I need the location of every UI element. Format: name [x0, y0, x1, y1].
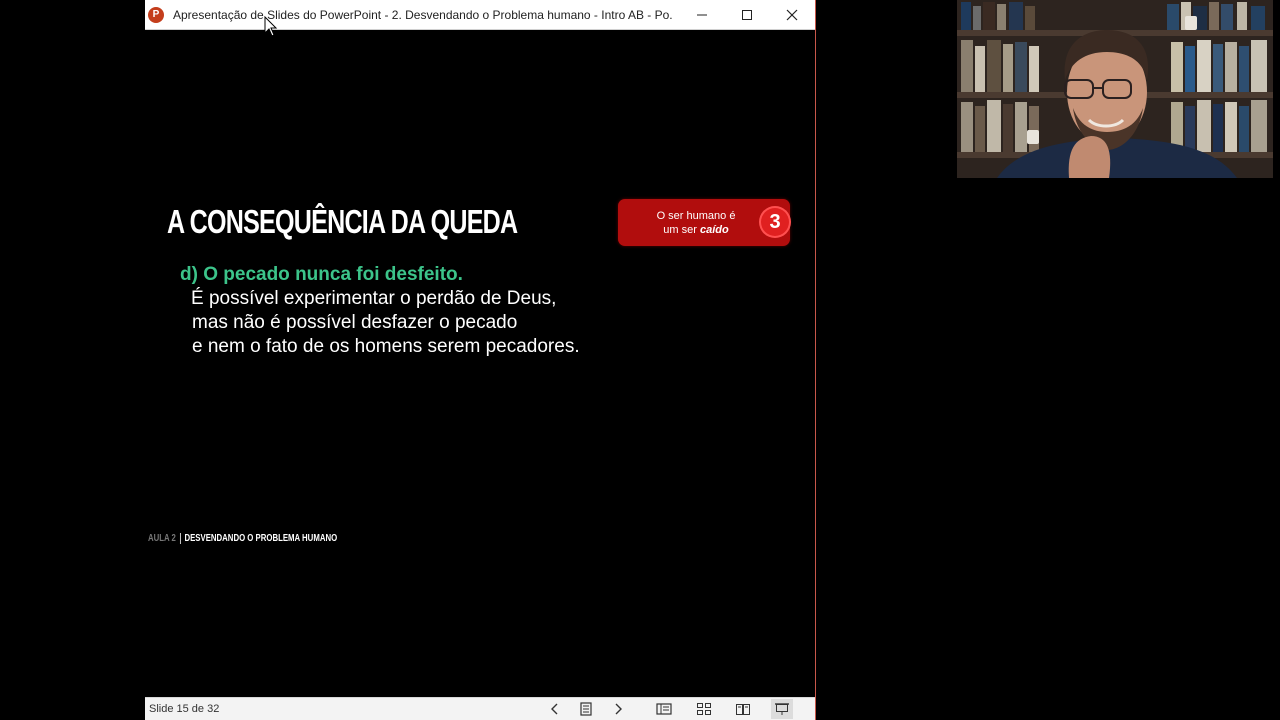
- minimize-button[interactable]: [679, 0, 724, 30]
- chevron-right-icon: [615, 703, 622, 715]
- body-line: mas não é possível desfazer o pecado: [192, 312, 518, 333]
- next-slide-button[interactable]: [607, 699, 629, 719]
- slide-canvas[interactable]: A CONSEQUÊNCIA DA QUEDA O ser humano é u…: [145, 31, 815, 696]
- presentation-icon: [775, 703, 789, 715]
- topic-badge: O ser humano é um ser caído 3: [618, 199, 790, 246]
- badge-line-2-emphasis: caído: [699, 224, 729, 236]
- reading-view-button[interactable]: [732, 699, 754, 719]
- close-icon: [786, 9, 797, 21]
- title-bar[interactable]: P Apresentação de Slides do PowerPoint -…: [145, 0, 815, 30]
- status-bar: Slide 15 de 32: [145, 697, 815, 720]
- powerpoint-window: P Apresentação de Slides do PowerPoint -…: [145, 0, 816, 720]
- mouse-cursor-icon: [264, 16, 278, 37]
- presenter-video-image: [957, 0, 1273, 178]
- footer-divider: [179, 533, 181, 544]
- powerpoint-icon: P: [148, 7, 164, 23]
- book-icon: [736, 704, 750, 715]
- badge-line-1: O ser humano é: [656, 210, 736, 222]
- normal-view-icon: [656, 703, 672, 715]
- normal-view-button[interactable]: [653, 699, 675, 719]
- body-line: e nem o fato de os homens serem pecadore…: [192, 336, 580, 357]
- slideshow-button[interactable]: [771, 699, 793, 719]
- slide-sorter-button[interactable]: [693, 699, 715, 719]
- grid-icon: [697, 703, 711, 715]
- minimize-icon: [696, 14, 707, 16]
- maximize-button[interactable]: [724, 0, 769, 30]
- chevron-left-icon: [551, 703, 558, 715]
- badge-number: 3: [761, 208, 789, 236]
- badge-line-2: um ser caído: [636, 223, 756, 237]
- close-button[interactable]: [769, 0, 814, 30]
- footer-lesson: AULA 2: [148, 533, 176, 545]
- webcam-video: [957, 0, 1273, 178]
- badge-line-2-prefix: um ser: [663, 224, 700, 236]
- slide-footer: AULA 2 DESVENDANDO O PROBLEMA HUMANO: [148, 533, 337, 545]
- slide-heading: A CONSEQUÊNCIA DA QUEDA: [167, 203, 518, 240]
- point-heading: d) O pecado nunca foi desfeito.: [180, 264, 463, 285]
- badge-text: O ser humano é um ser caído: [636, 209, 756, 237]
- menu-icon: [580, 702, 592, 716]
- body-line: É possível experimentar o perdão de Deus…: [191, 288, 557, 309]
- window-title: Apresentação de Slides do PowerPoint - 2…: [173, 8, 673, 22]
- slide-menu-button[interactable]: [575, 699, 597, 719]
- slide-counter: Slide 15 de 32: [149, 703, 220, 715]
- maximize-icon: [741, 10, 752, 20]
- footer-topic: DESVENDANDO O PROBLEMA HUMANO: [184, 533, 338, 545]
- previous-slide-button[interactable]: [544, 699, 566, 719]
